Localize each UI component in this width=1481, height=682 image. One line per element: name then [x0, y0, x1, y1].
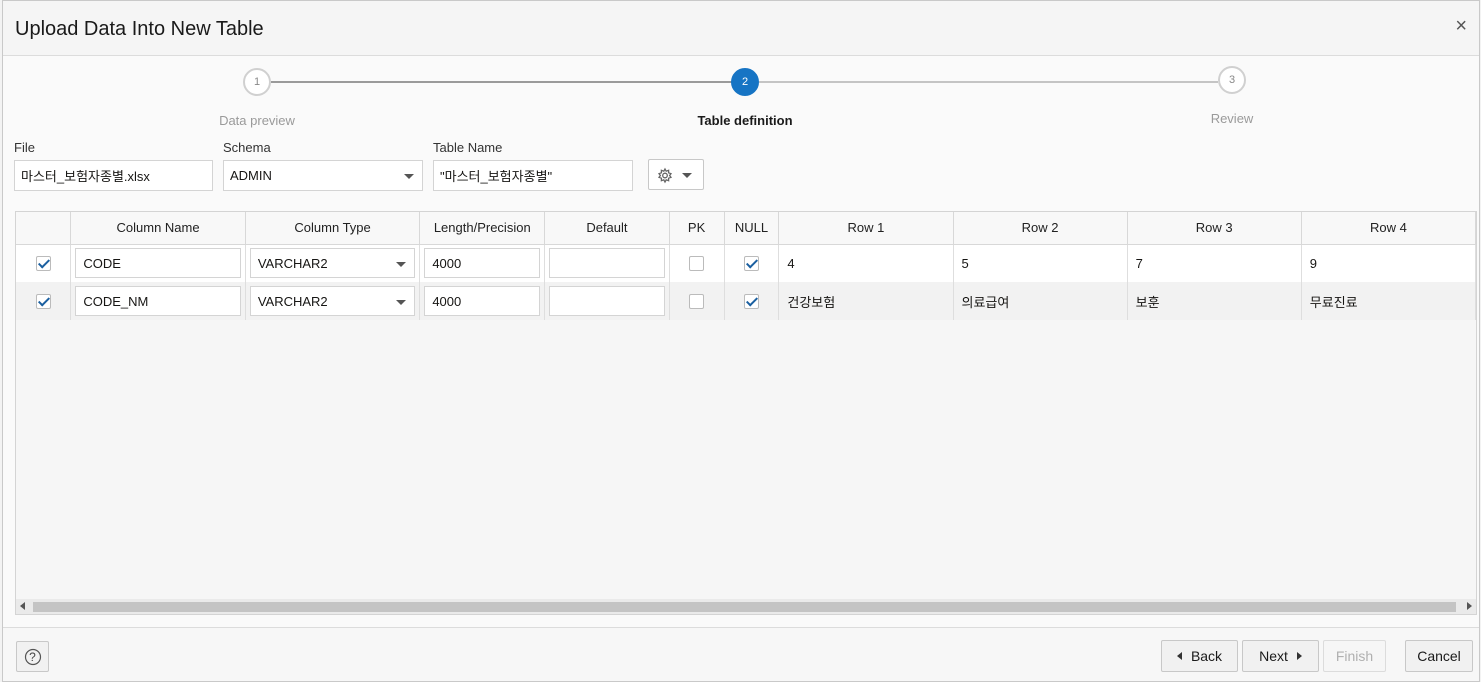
column-name-input[interactable]: CODE_NM — [75, 286, 241, 316]
pk-checkbox[interactable] — [689, 255, 705, 271]
row-4-value: 9 — [1301, 244, 1476, 282]
help-glyph: ? — [29, 649, 36, 664]
train-label-data-preview[interactable]: Data preview — [177, 113, 337, 128]
row-2-value: 5 — [953, 244, 1128, 282]
train-connector-1 — [271, 81, 733, 83]
row-2-value: 의료급여 — [953, 282, 1128, 320]
table-row: CODE_NM VARCHAR2 4000 건강보험 의료급여 보훈 무료진료 — [16, 282, 1476, 320]
row-4-value: 무료진료 — [1301, 282, 1476, 320]
header-default[interactable]: Default — [544, 212, 670, 245]
header-pk[interactable]: PK — [669, 212, 725, 245]
default-input[interactable] — [549, 248, 665, 279]
grid-header-row: Column Name Column Type Length/Precision… — [16, 212, 1476, 245]
column-table: Column Name Column Type Length/Precision… — [16, 212, 1476, 320]
dialog-footer: ? Back Next Finish Cancel — [3, 627, 1479, 681]
table-settings-button[interactable] — [648, 159, 704, 190]
help-button[interactable]: ? — [16, 641, 49, 672]
chevron-left-icon — [1176, 652, 1182, 660]
table-name-label: Table Name — [433, 140, 503, 155]
header-column-type[interactable]: Column Type — [245, 212, 421, 245]
header-row-2[interactable]: Row 2 — [953, 212, 1128, 245]
length-input[interactable]: 4000 — [424, 286, 541, 316]
scroll-left-icon[interactable] — [20, 602, 25, 610]
column-type-select[interactable]: VARCHAR2 — [249, 248, 416, 279]
header-row-3[interactable]: Row 3 — [1127, 212, 1302, 245]
train-stop-3[interactable]: 3 — [1218, 66, 1246, 94]
chevron-down-icon — [396, 300, 407, 305]
column-definition-grid: Column Name Column Type Length/Precision… — [15, 211, 1477, 615]
column-name-input[interactable]: CODE — [75, 248, 241, 279]
row-select-checkbox[interactable] — [35, 255, 51, 271]
table-name-input[interactable]: "마스터_보험자종별" — [433, 160, 633, 191]
dialog-title: Upload Data Into New Table — [15, 18, 264, 40]
file-field[interactable]: 마스터_보험자종별.xlsx — [14, 160, 213, 191]
dialog-titlebar: Upload Data Into New Table × — [3, 1, 1479, 56]
header-select — [16, 212, 72, 245]
chevron-down-icon — [404, 174, 414, 179]
row-3-value: 보훈 — [1127, 282, 1302, 320]
schema-select[interactable]: ADMIN — [223, 160, 423, 191]
schema-label: Schema — [223, 140, 271, 155]
cancel-button[interactable]: Cancel — [1405, 640, 1473, 672]
header-column-name[interactable]: Column Name — [70, 212, 246, 245]
train-stop-1[interactable]: 1 — [243, 68, 271, 96]
null-checkbox[interactable] — [743, 255, 759, 271]
scrollbar-thumb[interactable] — [33, 602, 1456, 612]
finish-button[interactable]: Finish — [1323, 640, 1386, 672]
next-label: Next — [1259, 648, 1288, 664]
row-select-checkbox[interactable] — [35, 293, 51, 309]
train-stop-2[interactable]: 2 — [731, 68, 759, 96]
close-icon[interactable]: × — [1455, 15, 1467, 38]
null-checkbox[interactable] — [743, 293, 759, 309]
row-select-cell — [16, 244, 72, 282]
train-label-table-definition: Table definition — [697, 113, 793, 128]
train-connector-2 — [759, 81, 1218, 83]
column-type-select[interactable]: VARCHAR2 — [249, 286, 416, 316]
next-button[interactable]: Next — [1242, 640, 1319, 672]
header-row-4[interactable]: Row 4 — [1301, 212, 1476, 245]
upload-dialog: Upload Data Into New Table × 1 2 3 Data … — [2, 0, 1480, 682]
train-label-review[interactable]: Review — [1152, 111, 1312, 126]
row-1-value: 4 — [778, 244, 954, 282]
default-input[interactable] — [549, 286, 665, 316]
gear-icon — [657, 167, 692, 184]
row-3-value: 7 — [1127, 244, 1302, 282]
column-type-value: VARCHAR2 — [257, 255, 328, 271]
header-row-1[interactable]: Row 1 — [778, 212, 954, 245]
length-input[interactable]: 4000 — [424, 248, 541, 279]
chevron-down-icon — [396, 262, 407, 268]
column-type-value: VARCHAR2 — [257, 293, 328, 309]
header-length-precision[interactable]: Length/Precision — [419, 212, 546, 245]
file-label: File — [14, 140, 35, 155]
horizontal-scrollbar[interactable] — [16, 599, 1476, 614]
row-select-cell — [16, 282, 72, 320]
chevron-right-icon — [1296, 652, 1302, 660]
row-1-value: 건강보험 — [778, 282, 954, 320]
back-label: Back — [1190, 648, 1223, 664]
scroll-right-icon[interactable] — [1467, 602, 1472, 610]
pk-checkbox[interactable] — [689, 293, 705, 309]
schema-value: ADMIN — [230, 168, 272, 183]
table-row: CODE VARCHAR2 4000 4 5 7 9 — [16, 244, 1476, 282]
back-button[interactable]: Back — [1161, 640, 1238, 672]
header-null[interactable]: NULL — [724, 212, 780, 245]
